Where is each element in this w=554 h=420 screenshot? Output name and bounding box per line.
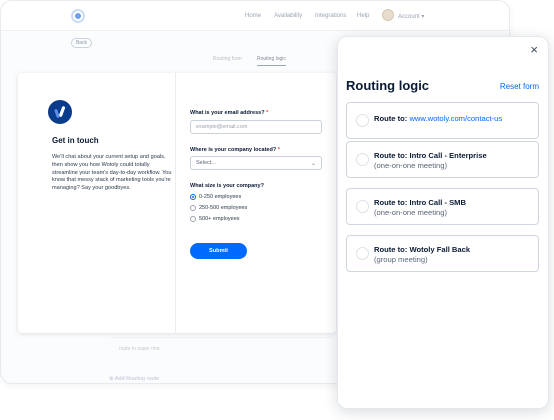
top-nav: Home Availability Integrations Help Acco… [1, 1, 509, 31]
nav-integrations[interactable]: Integrations [315, 13, 346, 19]
route-line: Route to: Wotoly Fall Back [374, 245, 470, 254]
route-option-smb[interactable]: Route to: Intro Call - SMB (one-on-one m… [346, 188, 539, 225]
route-subtitle: (one-on-one meeting) [374, 161, 448, 170]
back-button[interactable]: Back [71, 38, 92, 48]
account-label: Account [398, 14, 420, 20]
brand-logo-mark [54, 106, 66, 118]
location-selected-value: Select... [196, 160, 216, 166]
email-label-text: What is your email address? [190, 110, 265, 116]
radio-icon[interactable] [356, 247, 369, 260]
app-logo-icon[interactable] [71, 9, 85, 23]
avatar[interactable] [382, 9, 394, 21]
radio-icon[interactable] [356, 200, 369, 213]
email-field[interactable]: example@email.com [190, 120, 322, 134]
location-select[interactable]: Select... ⌄ [190, 156, 322, 170]
ghost-route-row: route to super rina [111, 337, 331, 361]
account-menu[interactable]: Account ▾ [398, 13, 424, 20]
add-route-link[interactable]: ⊕ Add Routing route [109, 376, 159, 382]
route-option-contact-us[interactable]: Route to: www.wotoly.com/contact-us [346, 102, 539, 139]
route-target: Wotoly Fall Back [409, 245, 471, 254]
form-intro-section: Get in touch We'll chat about your curre… [18, 73, 176, 333]
add-route-label: Add Routing route [114, 376, 160, 382]
size-option-label: 500+ employees [199, 216, 240, 222]
route-subtitle: (one-on-one meeting) [374, 208, 448, 217]
chevron-down-icon: ▾ [421, 14, 425, 20]
form-heading: Get in touch [52, 136, 99, 145]
route-prefix: Route to: [374, 151, 408, 160]
radio-icon[interactable] [356, 114, 369, 127]
radio-icon[interactable] [356, 153, 369, 166]
submit-button[interactable]: Submit [190, 243, 247, 259]
email-label: What is your email address? * [190, 110, 268, 116]
route-prefix: Route to: [374, 114, 408, 123]
nav-home[interactable]: Home [245, 13, 261, 19]
close-icon[interactable]: × [530, 43, 538, 56]
route-subtitle: (group meeting) [374, 255, 428, 264]
route-option-enterprise[interactable]: Route to: Intro Call - Enterprise (one-o… [346, 141, 539, 178]
route-prefix: Route to: [374, 245, 408, 254]
size-option-0-250[interactable]: 0-250 employees [190, 194, 241, 200]
route-line: Route to: Intro Call - SMB [374, 198, 466, 207]
reset-form-link[interactable]: Reset form [500, 82, 539, 91]
size-option-250-500[interactable]: 250-500 employees [190, 205, 247, 211]
radio-icon[interactable] [190, 205, 196, 211]
route-option-fall-back[interactable]: Route to: Wotoly Fall Back (group meetin… [346, 235, 539, 272]
routing-logic-panel: × Routing logic Reset form Route to: www… [337, 36, 549, 409]
form-description: We'll chat about your current setup and … [52, 154, 172, 192]
size-option-label: 250-500 employees [199, 205, 248, 211]
size-option-500-plus[interactable]: 500+ employees [190, 216, 240, 222]
route-target: Intro Call - SMB [409, 198, 466, 207]
panel-title: Routing logic [346, 78, 430, 93]
size-label: What size is your company? [190, 183, 264, 189]
radio-selected-icon[interactable] [190, 194, 196, 200]
location-label: Where is your company located? * [190, 147, 280, 153]
route-target: Intro Call - Enterprise [409, 151, 487, 160]
required-mark: * [266, 110, 269, 116]
radio-icon[interactable] [190, 216, 196, 222]
nav-availability[interactable]: Availability [274, 13, 302, 19]
nav-help[interactable]: Help [357, 13, 369, 19]
chevron-down-icon: ⌄ [310, 161, 316, 167]
route-line: Route to: Intro Call - Enterprise [374, 151, 487, 160]
tab-routing-logic[interactable]: Routing logic [257, 56, 286, 66]
email-placeholder: example@email.com [196, 124, 248, 130]
brand-logo-icon [48, 100, 72, 124]
route-line: Route to: www.wotoly.com/contact-us [374, 114, 502, 123]
form-preview-card: Get in touch We'll chat about your curre… [18, 73, 336, 333]
route-url-link[interactable]: www.wotoly.com/contact-us [409, 114, 502, 123]
tab-routing-form[interactable]: Routing form [213, 56, 242, 62]
route-prefix: Route to: [374, 198, 408, 207]
plus-icon: ⊕ [109, 376, 114, 382]
location-label-text: Where is your company located? [190, 147, 277, 153]
size-option-label: 0-250 employees [199, 194, 242, 200]
required-mark: * [277, 147, 280, 153]
